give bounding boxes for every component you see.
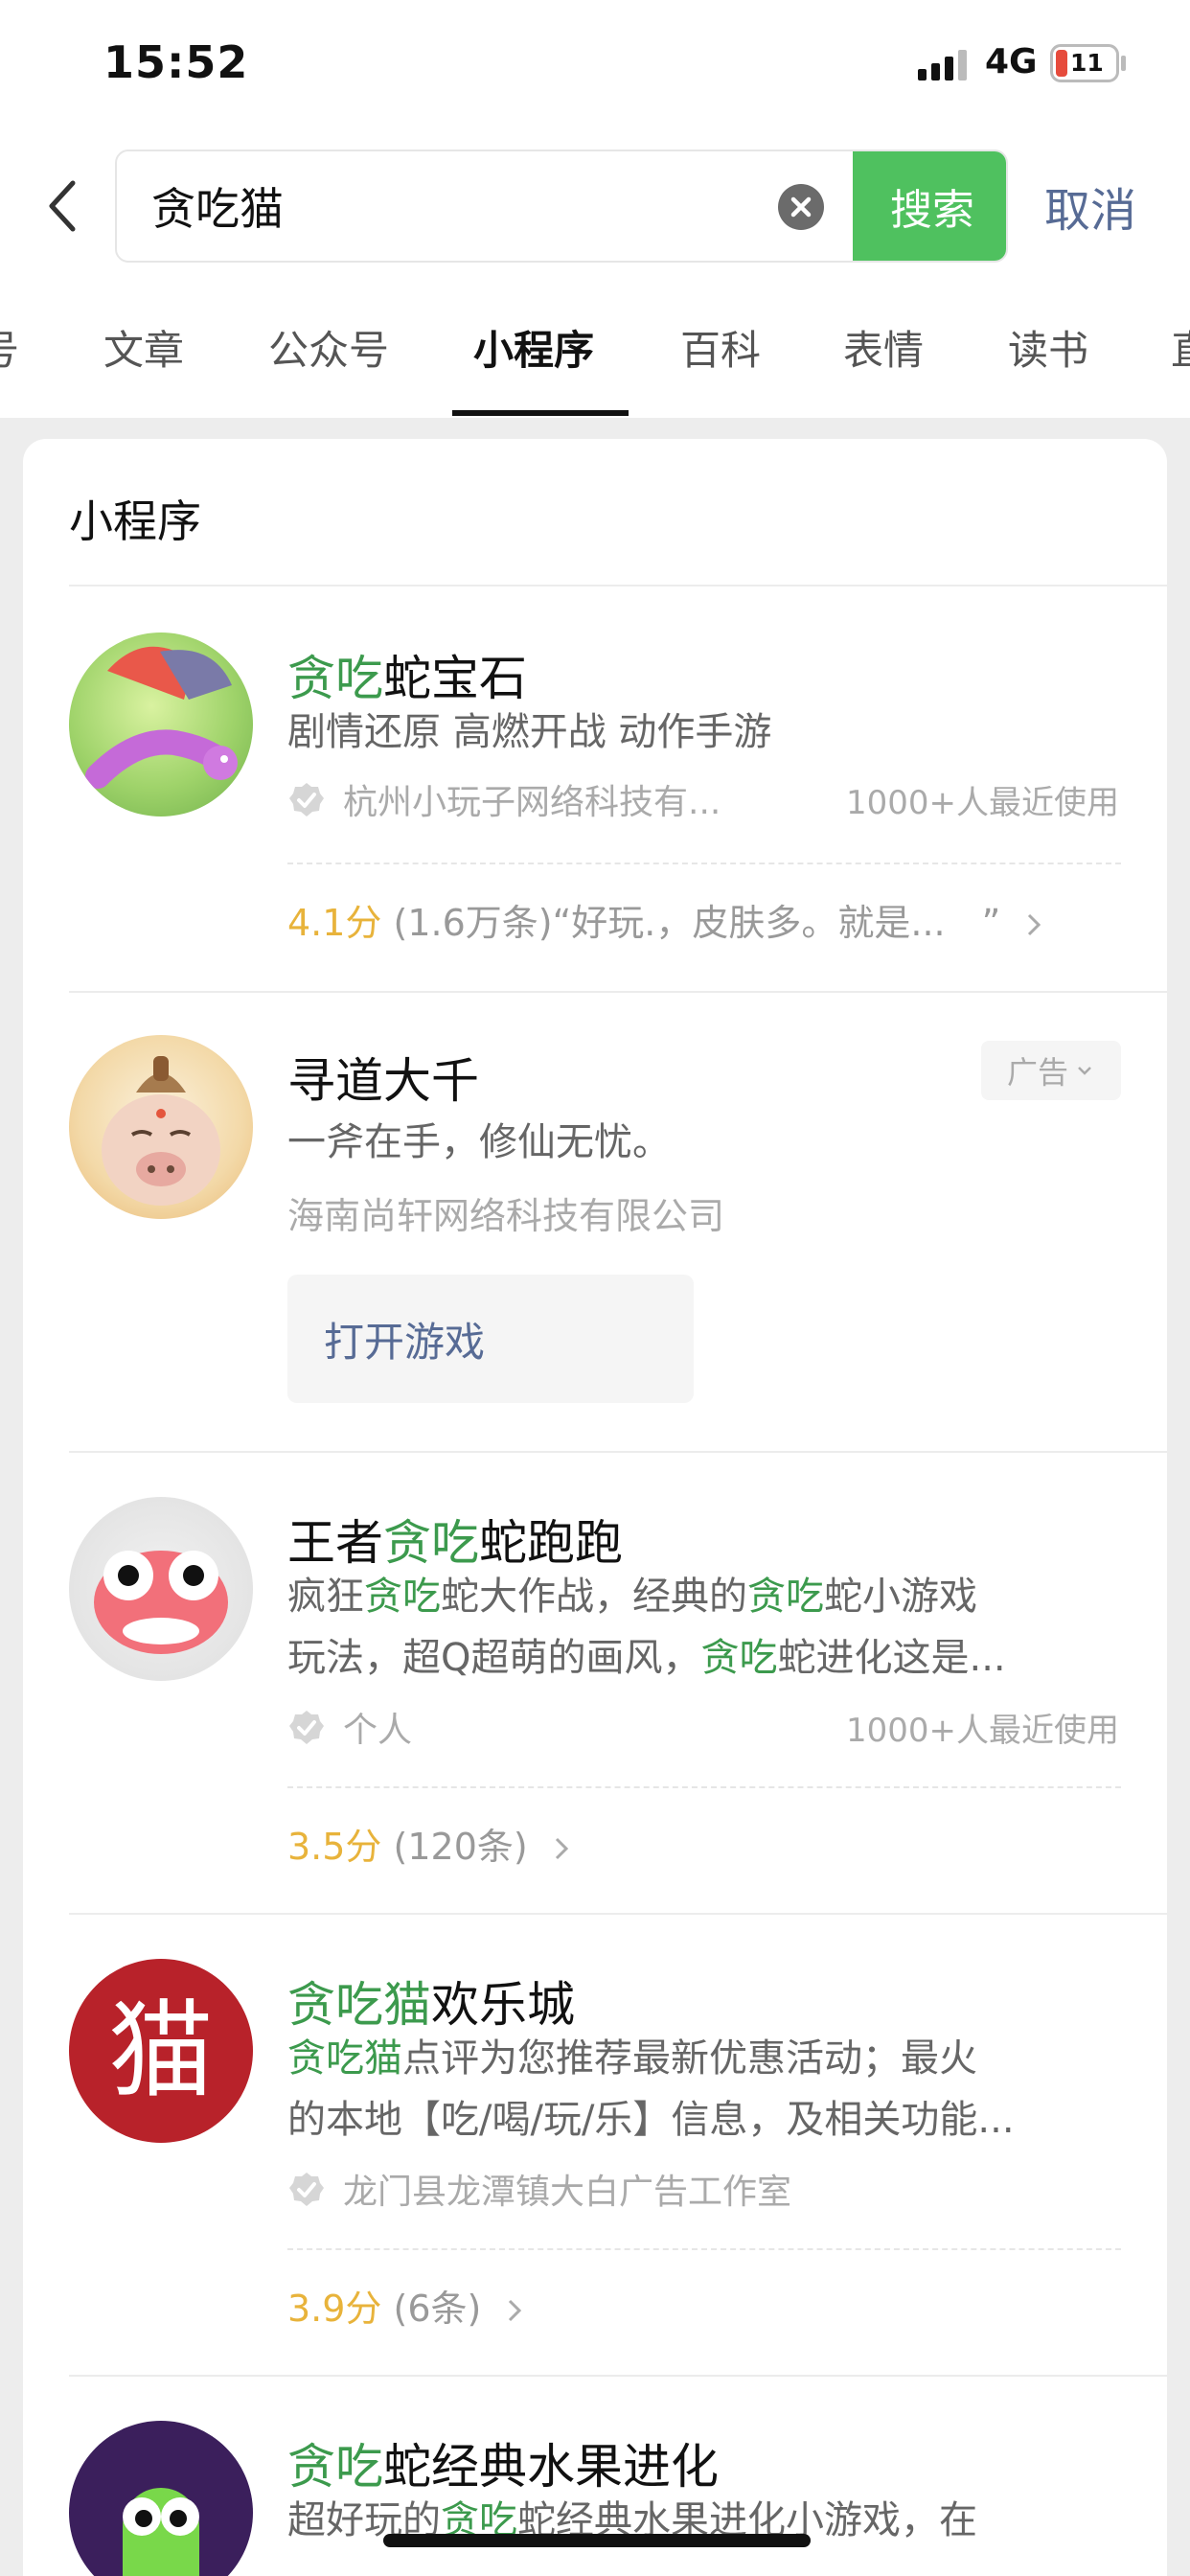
- chevron-right-icon: [555, 1837, 568, 1860]
- app-name: 贪吃蛇宝石: [287, 651, 527, 706]
- dashed-divider: [287, 2248, 1121, 2250]
- ad-badge[interactable]: 广告: [981, 1041, 1121, 1100]
- section-title: 小程序: [69, 495, 201, 547]
- usage-count: 1000+人最近使用: [845, 1712, 1119, 1750]
- chevron-right-icon: [1028, 913, 1041, 936]
- back-button[interactable]: [40, 177, 88, 235]
- tab-partial-left[interactable]: 号: [0, 318, 19, 377]
- dashed-divider: [287, 1786, 1121, 1788]
- app-avatar: [69, 2421, 253, 2576]
- close-icon: [790, 196, 812, 218]
- verified-icon: [289, 783, 324, 816]
- result-item[interactable]: 贪吃蛇宝石 剧情还原 高燃开战 动作手游 杭州小玩子网络科技有... 1000+…: [23, 585, 1167, 1046]
- rating-row[interactable]: 4.1分 (1.6万条)“好玩.，皮肤多。就是... ”: [287, 893, 1046, 946]
- app-description-line1: 贪吃猫点评为您推荐最新优惠活动；最火: [287, 2036, 977, 2081]
- tab-stickers[interactable]: 表情: [843, 318, 924, 377]
- tab-partial-right[interactable]: 直: [1171, 318, 1190, 377]
- signal-icon: [918, 50, 968, 80]
- status-time: 15:52: [103, 36, 249, 88]
- battery-level: 11: [1070, 49, 1104, 77]
- results-card: 小程序 贪吃蛇宝石 剧情还原 高燃开战 动作手游 杭州小玩子网络科技有... 1…: [23, 439, 1167, 2576]
- status-bar: 15:52 4G 11: [0, 0, 1190, 134]
- active-tab-indicator: [452, 410, 629, 416]
- developer-info: 杭州小玩子网络科技有...: [287, 774, 721, 824]
- app-name: 寻道大千: [287, 1053, 479, 1109]
- developer-info: 个人: [287, 1702, 412, 1752]
- divider: [69, 1451, 1167, 1453]
- app-avatar: [69, 1035, 253, 1219]
- developer-info: 海南尚轩网络科技有限公司: [287, 1195, 725, 1237]
- tab-reading[interactable]: 读书: [1008, 318, 1088, 377]
- tab-mini-programs[interactable]: 小程序: [473, 318, 594, 377]
- app-description-line1: 疯狂贪吃蛇大作战，经典的贪吃蛇小游戏: [287, 1575, 977, 1619]
- app-avatar: [69, 1497, 253, 1681]
- app-description-line2: 的本地【吃/喝/玩/乐】信息，及相关功能...: [287, 2098, 1015, 2142]
- app-description: 剧情还原 高燃开战 动作手游: [287, 710, 772, 754]
- category-tabs: 号 文章 公众号 小程序 百科 表情 读书 直: [0, 278, 1190, 418]
- network-label: 4G: [985, 42, 1038, 81]
- avatar-character: 猫: [108, 1990, 214, 2112]
- home-indicator: [383, 2534, 811, 2547]
- dashed-divider: [287, 862, 1121, 864]
- app-description: 一斧在手，修仙无忧。: [287, 1120, 671, 1164]
- chevron-down-icon: [1078, 1067, 1091, 1075]
- search-input[interactable]: [151, 151, 765, 261]
- battery-cap: [1121, 56, 1126, 71]
- search-header: 搜索 取消: [0, 134, 1190, 278]
- divider: [69, 2375, 1167, 2377]
- app-name: 贪吃蛇经典水果进化: [287, 2439, 719, 2495]
- chevron-left-icon: [49, 180, 76, 232]
- divider: [69, 1913, 1167, 1915]
- tab-encyclopedia[interactable]: 百科: [680, 318, 761, 377]
- search-box: 搜索: [115, 150, 1008, 263]
- battery-icon: 11: [1050, 44, 1119, 82]
- app-avatar: [69, 632, 253, 816]
- rating-row[interactable]: 3.5分 (120条): [287, 1817, 574, 1870]
- chevron-right-icon: [509, 2299, 522, 2322]
- tab-articles[interactable]: 文章: [103, 318, 184, 377]
- usage-count: 1000+人最近使用: [845, 784, 1119, 822]
- rating-row[interactable]: 3.9分 (6条): [287, 2279, 527, 2332]
- open-game-button[interactable]: 打开游戏: [287, 1275, 694, 1403]
- app-avatar: 猫: [69, 1959, 253, 2143]
- cancel-button[interactable]: 取消: [1044, 172, 1136, 240]
- tab-official-accounts[interactable]: 公众号: [268, 318, 389, 377]
- verified-icon: [289, 2173, 324, 2206]
- app-name: 贪吃猫欢乐城: [287, 1977, 575, 2033]
- app-name: 王者贪吃蛇跑跑: [287, 1515, 623, 1571]
- verified-icon: [289, 1711, 324, 1744]
- search-button[interactable]: 搜索: [853, 151, 1006, 261]
- developer-info: 龙门县龙潭镇大白广告工作室: [287, 2164, 791, 2214]
- clear-button[interactable]: [778, 184, 824, 230]
- app-description-line2: 玩法，超Q超萌的画风，贪吃蛇进化这是...: [287, 1636, 1006, 1680]
